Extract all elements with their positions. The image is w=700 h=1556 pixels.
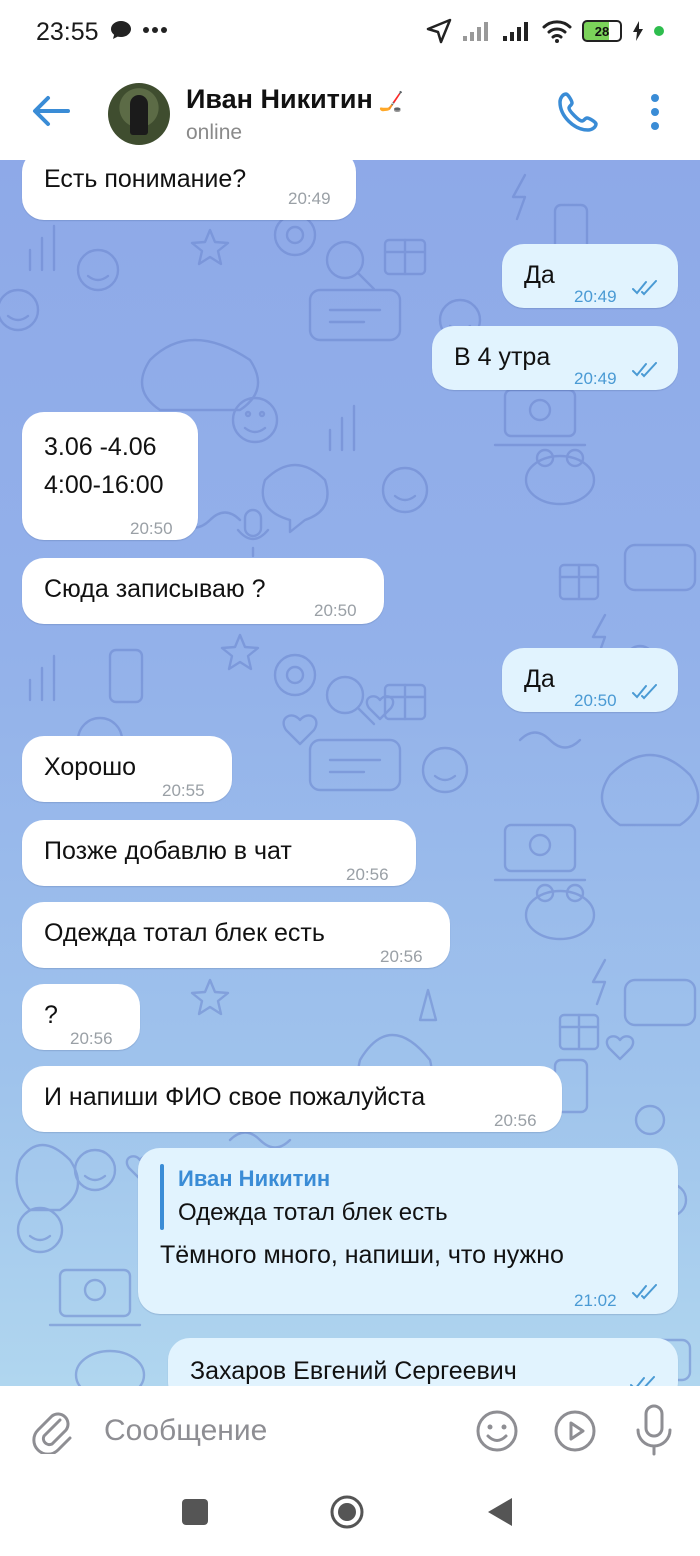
message-in[interactable]: ? 20:56 [22, 984, 140, 1050]
message-time: 21:02 [574, 1374, 617, 1386]
message-text-line-1: 3.06 -4.06 [44, 433, 157, 461]
message-in[interactable]: Сюда записываю ? 20:50 [22, 558, 384, 624]
more-vertical-icon[interactable] [640, 92, 670, 132]
more-notifications-icon [143, 27, 167, 33]
status-right-icons: 28 [426, 18, 664, 44]
message-time: 20:50 [130, 519, 173, 538]
contact-status: online [186, 121, 243, 144]
recent-apps-button[interactable] [182, 1499, 208, 1525]
reply-text[interactable]: Одежда тотал блек есть [178, 1194, 448, 1232]
message-time: 21:02 [574, 1291, 617, 1310]
message-text: Захаров Евгений Сергеевич [190, 1357, 517, 1385]
message-text: Одежда тотал блек есть [44, 919, 325, 947]
emoji-icon[interactable] [474, 1408, 520, 1454]
hockey-stick-emoji-icon: 🏒 [378, 91, 404, 113]
attach-paperclip-icon[interactable] [30, 1406, 74, 1454]
message-out[interactable]: Захаров Евгений Сергеевич 21:02 [168, 1338, 678, 1386]
back-arrow-icon[interactable] [28, 88, 74, 134]
message-time: 20:50 [314, 601, 357, 620]
message-out-reply[interactable]: Иван Никитин Одежда тотал блек есть Тёмн… [138, 1148, 678, 1314]
message-notification-icon [111, 21, 131, 39]
message-out[interactable]: Да 20:49 [502, 244, 678, 308]
status-left-icons [110, 20, 168, 40]
reply-quote-bar [160, 1164, 164, 1230]
location-icon [426, 18, 452, 44]
message-in[interactable]: И напиши ФИО свое пожалуйста 20:56 [22, 1066, 562, 1132]
status-bar: 23:55 28 [0, 0, 700, 66]
message-in[interactable]: Позже добавлю в чат 20:56 [22, 820, 416, 886]
avatar[interactable] [108, 83, 170, 145]
message-time: 20:49 [574, 287, 617, 306]
message-out[interactable]: Да 20:50 [502, 648, 678, 712]
active-dot-icon [654, 26, 664, 36]
message-time: 20:50 [574, 691, 617, 710]
message-text: Да [524, 261, 555, 289]
double-check-icon [632, 280, 657, 296]
message-text: Да [524, 665, 555, 693]
chat-header: Иван Никитин 🏒 online [0, 66, 700, 161]
message-text: Сюда записываю ? [44, 575, 266, 603]
message-time: 20:56 [70, 1029, 113, 1048]
signal-2-icon [503, 22, 528, 41]
charging-icon [633, 21, 643, 41]
status-time: 23:55 [36, 18, 99, 46]
battery-level: 28 [594, 23, 610, 39]
message-text: Есть понимание? [44, 165, 247, 193]
message-time: 20:56 [494, 1111, 537, 1130]
message-out[interactable]: В 4 утра 20:49 [432, 326, 678, 390]
avatar-person [130, 95, 148, 135]
phone-call-icon[interactable] [556, 90, 600, 134]
message-in[interactable]: Одежда тотал блек есть 20:56 [22, 902, 450, 968]
video-message-icon[interactable] [552, 1408, 598, 1454]
back-triangle-icon[interactable] [486, 1496, 514, 1528]
reply-author[interactable]: Иван Никитин [178, 1160, 330, 1198]
system-nav-bar [0, 1474, 700, 1556]
contact-name-row[interactable]: Иван Никитин 🏒 [186, 84, 404, 115]
message-time: 20:56 [346, 865, 389, 884]
double-check-icon [632, 1284, 657, 1300]
message-in[interactable]: 3.06 -4.06 4:00-16:00 20:50 [22, 412, 198, 540]
message-in[interactable]: Есть понимание? 20:49 [22, 160, 356, 220]
home-button[interactable] [329, 1494, 365, 1530]
contact-name: Иван Никитин [186, 84, 373, 114]
message-input[interactable] [102, 1408, 446, 1454]
message-text: И напиши ФИО свое пожалуйста [44, 1083, 426, 1111]
wifi-icon [542, 20, 572, 43]
message-time: 20:56 [380, 947, 423, 966]
message-text: Хорошо [44, 753, 137, 781]
message-text: ? [44, 1001, 58, 1029]
signal-1-icon [463, 22, 488, 41]
double-check-icon [632, 362, 657, 378]
message-in[interactable]: Хорошо 20:55 [22, 736, 232, 802]
message-time: 20:49 [574, 369, 617, 388]
message-text-line-2: 4:00-16:00 [44, 471, 164, 499]
message-text: Позже добавлю в чат [44, 837, 292, 865]
chat-area[interactable]: Есть понимание? 20:49 Да 20:49 В 4 утра … [0, 160, 700, 1386]
message-text: Тёмного много, напиши, что нужно [160, 1241, 564, 1269]
message-time: 20:49 [288, 189, 331, 208]
message-input-bar [0, 1386, 700, 1474]
microphone-icon[interactable] [634, 1404, 674, 1456]
double-check-icon [632, 684, 657, 700]
double-check-icon [630, 1376, 655, 1386]
message-text: В 4 утра [454, 343, 551, 371]
message-time: 20:55 [162, 781, 205, 800]
battery-icon: 28 [582, 20, 622, 42]
